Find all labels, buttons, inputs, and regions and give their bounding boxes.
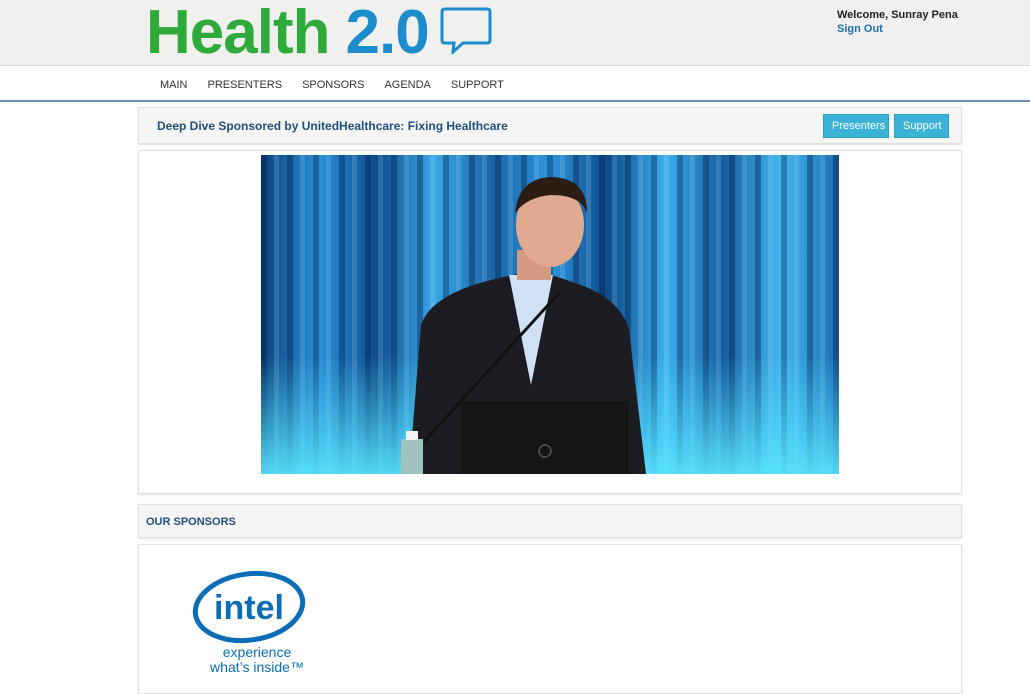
sponsors-bar: OUR SPONSORS bbox=[138, 504, 962, 538]
support-button[interactable]: Support bbox=[894, 114, 949, 138]
main-nav: MAIN PRESENTERS SPONSORS AGENDA SUPPORT bbox=[0, 67, 1030, 102]
nav-item-main[interactable]: MAIN bbox=[160, 79, 188, 91]
session-title: Deep Dive Sponsored by UnitedHealthcare:… bbox=[157, 119, 508, 133]
intel-wordmark: intel bbox=[214, 589, 284, 627]
sign-out-link[interactable]: Sign Out bbox=[837, 22, 958, 36]
sponsors-panel: intel experience what’s inside™ bbox=[138, 544, 962, 694]
logo-version: 2.0 bbox=[345, 0, 429, 67]
welcome-text: Welcome, Sunray Pena bbox=[837, 9, 958, 21]
video-panel bbox=[138, 150, 962, 494]
user-box: Welcome, Sunray Pena Sign Out bbox=[837, 8, 958, 36]
intel-tagline-line1: experience bbox=[222, 644, 292, 660]
intel-tagline-line2: what’s inside™ bbox=[210, 659, 304, 675]
nav-item-support[interactable]: SUPPORT bbox=[451, 79, 504, 91]
nav-item-sponsors[interactable]: SPONSORS bbox=[302, 79, 364, 91]
video-player[interactable] bbox=[261, 155, 839, 474]
nav-item-agenda[interactable]: AGENDA bbox=[384, 79, 430, 91]
site-header: Health 2.0 Welcome, Sunray Pena Sign Out bbox=[0, 0, 1030, 66]
health-2-0-logo[interactable]: Health 2.0 bbox=[146, 0, 493, 66]
session-title-bar: Deep Dive Sponsored by UnitedHealthcare:… bbox=[138, 107, 962, 144]
nav-item-presenters[interactable]: PRESENTERS bbox=[208, 79, 283, 91]
speech-bubble-icon bbox=[440, 7, 492, 54]
presenter-video-frame bbox=[261, 155, 839, 474]
logo-word: Health bbox=[146, 0, 330, 67]
intel-tagline: experience what’s inside™ bbox=[197, 645, 317, 675]
intel-swirl-icon: intel bbox=[192, 570, 306, 644]
sponsors-title: OUR SPONSORS bbox=[146, 516, 236, 528]
presenters-button[interactable]: Presenters bbox=[823, 114, 889, 138]
